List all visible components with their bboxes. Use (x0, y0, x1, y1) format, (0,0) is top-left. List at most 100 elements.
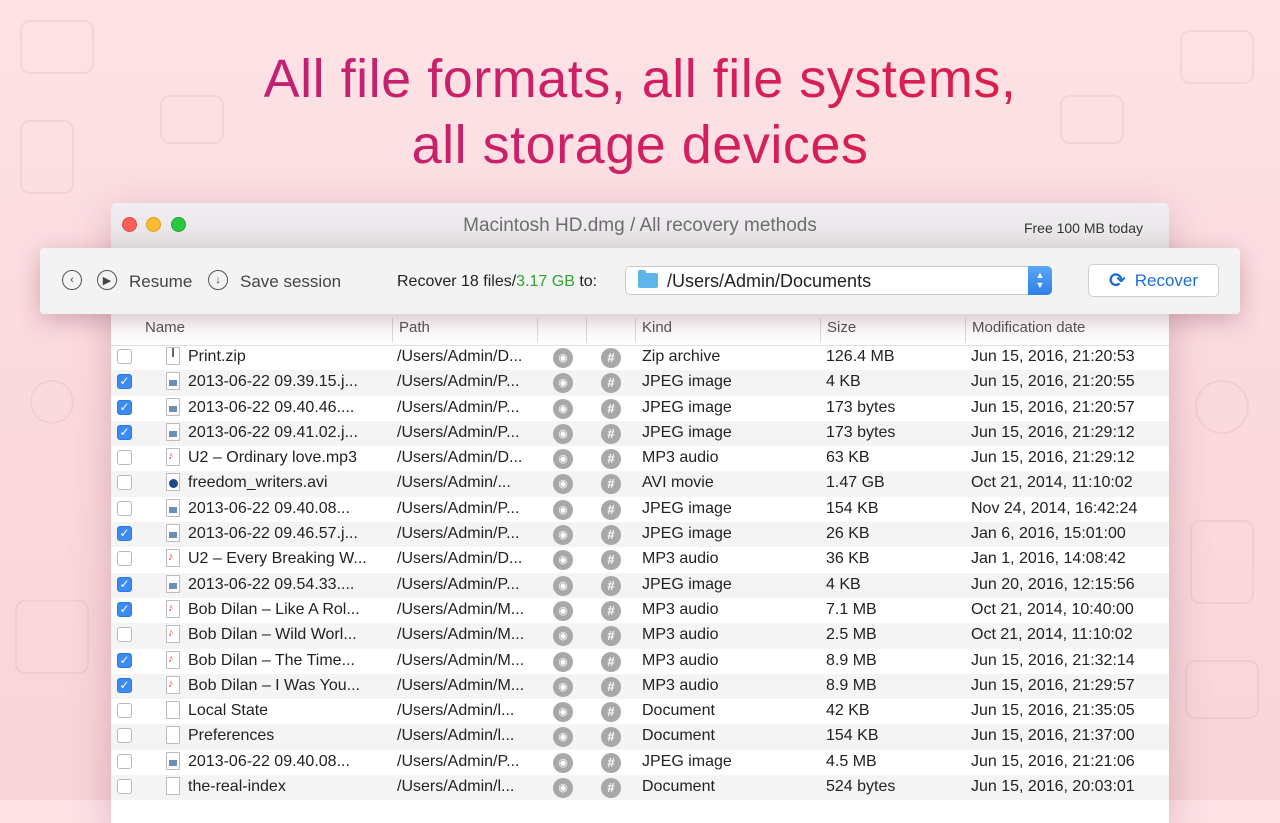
preview-eye-icon[interactable]: ◉ (553, 449, 573, 470)
table-row[interactable]: U2 – Ordinary love.mp3/Users/Admin/D... ◉… (111, 446, 1169, 471)
cell-name: Print.zip (188, 348, 246, 365)
table-row[interactable]: Local State/Users/Admin/l... ◉ # Document 42… (111, 699, 1169, 724)
cell-kind: MP3 audio (642, 449, 719, 467)
cell-size: 26 KB (826, 525, 870, 543)
hash-icon[interactable]: # (601, 626, 621, 647)
column-header-name[interactable]: Name (145, 319, 185, 336)
cell-path: /Users/Admin/l... (397, 702, 515, 720)
preview-eye-icon[interactable]: ◉ (553, 499, 573, 520)
row-checkbox[interactable] (117, 551, 132, 567)
table-row[interactable]: ✓ 2013-06-22 09.41.02.j... /Users/Admin/P.… (111, 420, 1169, 447)
cell-size: 173 bytes (826, 423, 896, 441)
table-row[interactable]: Print.zip/Users/Admin/D... ◉ # Zip archive 1… (111, 345, 1169, 370)
table-row[interactable]: ✓ 2013-06-22 09.40.46.... /Users/Admin/P..… (111, 396, 1169, 421)
table-row[interactable]: freedom_writers.avi/Users/Admin/... ◉ # AVI… (111, 471, 1169, 497)
hash-icon[interactable]: # (601, 373, 621, 394)
table-row[interactable]: Preferences/Users/Admin/l... ◉ # Document 15… (111, 724, 1169, 750)
row-checkbox[interactable] (117, 500, 132, 516)
table-row[interactable]: ✓ 2013-06-22 09.54.33.... /Users/Admin/P..… (111, 572, 1169, 598)
destination-path-select[interactable]: /Users/Admin/Documents ▲ ▼ (625, 266, 1052, 295)
cell-size: 1.47 GB (826, 474, 885, 492)
row-checkbox[interactable] (117, 779, 132, 795)
preview-eye-icon[interactable]: ◉ (553, 525, 573, 546)
hash-icon[interactable]: # (601, 651, 621, 672)
hash-icon[interactable]: # (601, 752, 621, 773)
hash-icon[interactable]: # (601, 499, 621, 520)
hash-icon[interactable]: # (601, 727, 621, 748)
table-row[interactable]: ✓ Bob Dilan – The Time... /Users/Admin/M..… (111, 649, 1169, 674)
table-row[interactable]: U2 – Every Breaking W... /Users/Admin/D..… (111, 547, 1169, 572)
preview-eye-icon[interactable]: ◉ (553, 651, 573, 672)
cell-size: 36 KB (826, 550, 870, 568)
download-icon[interactable]: ↓ (208, 270, 228, 290)
table-row[interactable]: 2013-06-22 09.40.08... /Users/Admin/P... ◉… (111, 750, 1169, 775)
hash-icon[interactable]: # (601, 702, 621, 723)
row-checkbox[interactable] (117, 753, 132, 769)
cell-size: 126.4 MB (826, 348, 895, 365)
table-row[interactable]: ✓ 2013-06-22 09.46.57.j... /Users/Admin/P.… (111, 522, 1169, 548)
preview-eye-icon[interactable]: ◉ (553, 474, 573, 495)
table-row[interactable]: ✓ Bob Dilan – Like A Rol... /Users/Admin/M… (111, 598, 1169, 623)
preview-eye-icon[interactable]: ◉ (553, 550, 573, 571)
row-checkbox[interactable]: ✓ (117, 576, 132, 592)
hash-icon[interactable]: # (601, 525, 621, 546)
back-icon[interactable]: ‹ (62, 270, 82, 290)
hash-icon[interactable]: # (601, 398, 621, 419)
recover-button[interactable]: ⟳ Recover (1088, 264, 1219, 297)
column-header-modification-date[interactable]: Modification date (972, 319, 1085, 336)
preview-eye-icon[interactable]: ◉ (553, 423, 573, 444)
column-header-path[interactable]: Path (399, 319, 430, 336)
table-row[interactable]: ✓ 2013-06-22 09.39.15.j... /Users/Admin/P.… (111, 370, 1169, 396)
hash-icon[interactable]: # (601, 348, 621, 368)
hash-icon[interactable]: # (601, 600, 621, 621)
row-checkbox[interactable] (117, 450, 132, 466)
preview-eye-icon[interactable]: ◉ (553, 752, 573, 773)
row-checkbox[interactable]: ✓ (117, 374, 132, 390)
column-header-kind[interactable]: Kind (642, 319, 672, 336)
cell-modification-date: Oct 21, 2014, 11:10:02 (971, 626, 1133, 644)
save-session-button[interactable]: Save session (240, 272, 341, 292)
preview-eye-icon[interactable]: ◉ (553, 575, 573, 596)
cell-name: 2013-06-22 09.41.02.j... (188, 423, 358, 441)
hash-icon[interactable]: # (601, 449, 621, 470)
preview-eye-icon[interactable]: ◉ (553, 348, 573, 368)
preview-eye-icon[interactable]: ◉ (553, 702, 573, 723)
resume-button[interactable]: Resume (129, 272, 192, 292)
hash-icon[interactable]: # (601, 575, 621, 596)
chevron-updown-icon[interactable]: ▲ ▼ (1028, 266, 1052, 295)
row-checkbox[interactable]: ✓ (117, 399, 132, 415)
column-header-size[interactable]: Size (827, 319, 856, 336)
row-checkbox[interactable]: ✓ (117, 526, 132, 542)
table-row[interactable]: the-real-index/Users/Admin/l... ◉ # Documen… (111, 775, 1169, 801)
preview-eye-icon[interactable]: ◉ (553, 727, 573, 748)
hash-icon[interactable]: # (601, 550, 621, 571)
preview-eye-icon[interactable]: ◉ (553, 600, 573, 621)
preview-eye-icon[interactable]: ◉ (553, 676, 573, 697)
cell-name: the-real-index (188, 778, 286, 796)
row-checkbox[interactable] (117, 349, 132, 364)
preview-eye-icon[interactable]: ◉ (553, 626, 573, 647)
hash-icon[interactable]: # (601, 778, 621, 799)
row-checkbox[interactable] (117, 703, 132, 719)
preview-eye-icon[interactable]: ◉ (553, 778, 573, 799)
row-checkbox[interactable]: ✓ (117, 424, 132, 440)
play-icon[interactable]: ▶ (97, 270, 117, 290)
preview-eye-icon[interactable]: ◉ (553, 398, 573, 419)
row-checkbox[interactable] (117, 627, 132, 643)
table-row[interactable]: ✓ Bob Dilan – I Was You... /Users/Admin/M.… (111, 673, 1169, 700)
table-row[interactable]: 2013-06-22 09.40.08... /Users/Admin/P... ◉… (111, 497, 1169, 522)
row-checkbox[interactable]: ✓ (117, 652, 132, 668)
row-checkbox[interactable]: ✓ (117, 677, 132, 693)
hash-icon[interactable]: # (601, 676, 621, 697)
cell-path: /Users/Admin/D... (397, 348, 523, 365)
hash-icon[interactable]: # (601, 423, 621, 444)
row-checkbox[interactable] (117, 728, 132, 744)
cell-size: 154 KB (826, 727, 879, 745)
preview-eye-icon[interactable]: ◉ (553, 373, 573, 394)
row-checkbox[interactable] (117, 475, 132, 491)
cell-kind: Document (642, 702, 715, 720)
row-checkbox[interactable]: ✓ (117, 601, 132, 617)
hash-icon[interactable]: # (601, 474, 621, 495)
table-row[interactable]: Bob Dilan – Wild Worl... /Users/Admin/M..… (111, 623, 1169, 649)
cell-size: 63 KB (826, 449, 870, 467)
